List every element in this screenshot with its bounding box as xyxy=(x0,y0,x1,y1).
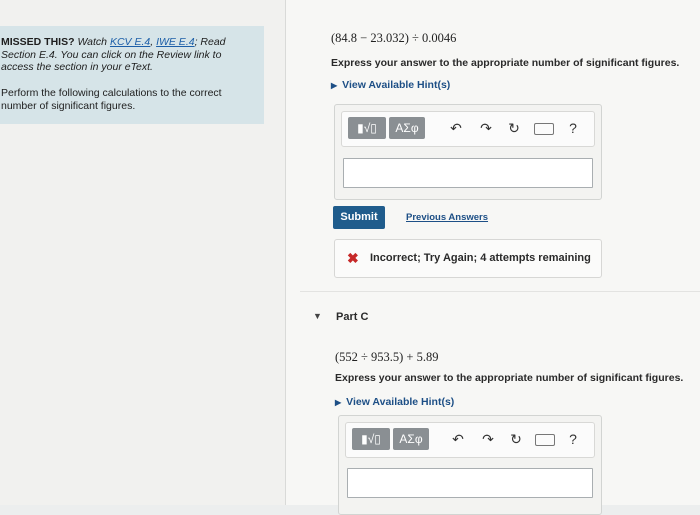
instruction-box: MISSED THIS? Watch KCV E.4, IWE E.4; Rea… xyxy=(0,26,264,124)
part-c-answer-input[interactable] xyxy=(347,468,593,498)
error-x-icon: ✖ xyxy=(347,250,359,266)
caret-right-icon: ▶ xyxy=(331,81,338,90)
part-b-math-toolbar: ▮√▯ ΑΣφ ↶ ↷ ↻ ? xyxy=(341,111,595,147)
iwe-link[interactable]: IWE E.4 xyxy=(156,36,195,48)
keyboard-icon[interactable] xyxy=(535,434,555,446)
symbols-button[interactable]: ΑΣφ xyxy=(389,117,425,139)
part-c-collapse-icon[interactable]: ▼ xyxy=(313,311,322,321)
part-b-prompt: Express your answer to the appropriate n… xyxy=(331,57,680,69)
part-b-hint-toggle[interactable]: ▶ View Available Hint(s) xyxy=(331,79,450,91)
missed-this-label: MISSED THIS? xyxy=(1,36,75,48)
keyboard-icon[interactable] xyxy=(534,123,554,135)
templates-button[interactable]: ▮√▯ xyxy=(352,428,390,450)
part-c-title[interactable]: Part C xyxy=(336,311,368,323)
feedback-text: Incorrect; Try Again; 4 attempts remaini… xyxy=(370,252,591,264)
undo-icon[interactable]: ↶ xyxy=(449,429,467,449)
redo-icon[interactable]: ↷ xyxy=(477,118,495,138)
part-c-hint-label: View Available Hint(s) xyxy=(346,396,455,408)
caret-right-icon: ▶ xyxy=(335,398,342,407)
undo-icon[interactable]: ↶ xyxy=(447,118,465,138)
help-icon[interactable]: ? xyxy=(564,429,582,449)
calculation-instructions: Perform the following calculations to th… xyxy=(1,87,222,112)
column-divider xyxy=(285,0,286,505)
templates-button[interactable]: ▮√▯ xyxy=(348,117,386,139)
help-icon[interactable]: ? xyxy=(564,118,582,138)
part-c-math-toolbar: ▮√▯ ΑΣφ ↶ ↷ ↻ ? xyxy=(345,422,595,458)
part-b-expression: (84.8 − 23.032) ÷ 0.0046 xyxy=(331,31,457,45)
submit-button[interactable]: Submit xyxy=(333,206,385,229)
watch-text: Watch xyxy=(77,36,108,48)
part-c-answer-editor: ▮√▯ ΑΣφ ↶ ↷ ↻ ? xyxy=(338,415,602,515)
symbols-button[interactable]: ΑΣφ xyxy=(393,428,429,450)
reset-icon[interactable]: ↻ xyxy=(507,429,525,449)
part-b-hint-label: View Available Hint(s) xyxy=(342,79,451,91)
redo-icon[interactable]: ↷ xyxy=(479,429,497,449)
feedback-message-box: ✖ Incorrect; Try Again; 4 attempts remai… xyxy=(334,239,602,278)
previous-answers-link[interactable]: Previous Answers xyxy=(406,212,488,223)
part-c-hint-toggle[interactable]: ▶ View Available Hint(s) xyxy=(335,396,454,408)
part-b-answer-editor: ▮√▯ ΑΣφ ↶ ↷ ↻ ? xyxy=(334,104,602,200)
part-c-expression: (552 ÷ 953.5) + 5.89 xyxy=(335,350,439,364)
part-separator xyxy=(300,291,700,292)
reset-icon[interactable]: ↻ xyxy=(505,118,523,138)
kcv-link[interactable]: KCV E.4 xyxy=(110,36,150,48)
missed-this-text: MISSED THIS? Watch KCV E.4, IWE E.4; Rea… xyxy=(1,36,256,74)
link-separator: , xyxy=(150,36,154,48)
part-c-prompt: Express your answer to the appropriate n… xyxy=(335,372,684,384)
part-b-answer-input[interactable] xyxy=(343,158,593,188)
